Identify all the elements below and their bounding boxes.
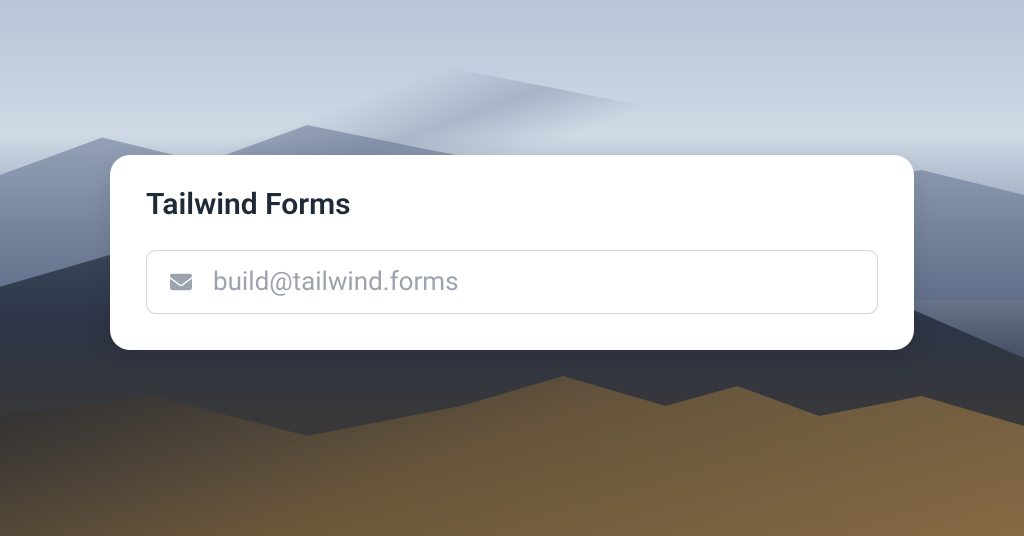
form-card: Tailwind Forms <box>110 155 914 350</box>
envelope-icon <box>167 271 195 293</box>
card-title: Tailwind Forms <box>146 187 878 222</box>
email-input-wrapper[interactable] <box>146 250 878 314</box>
email-field[interactable] <box>213 267 857 297</box>
